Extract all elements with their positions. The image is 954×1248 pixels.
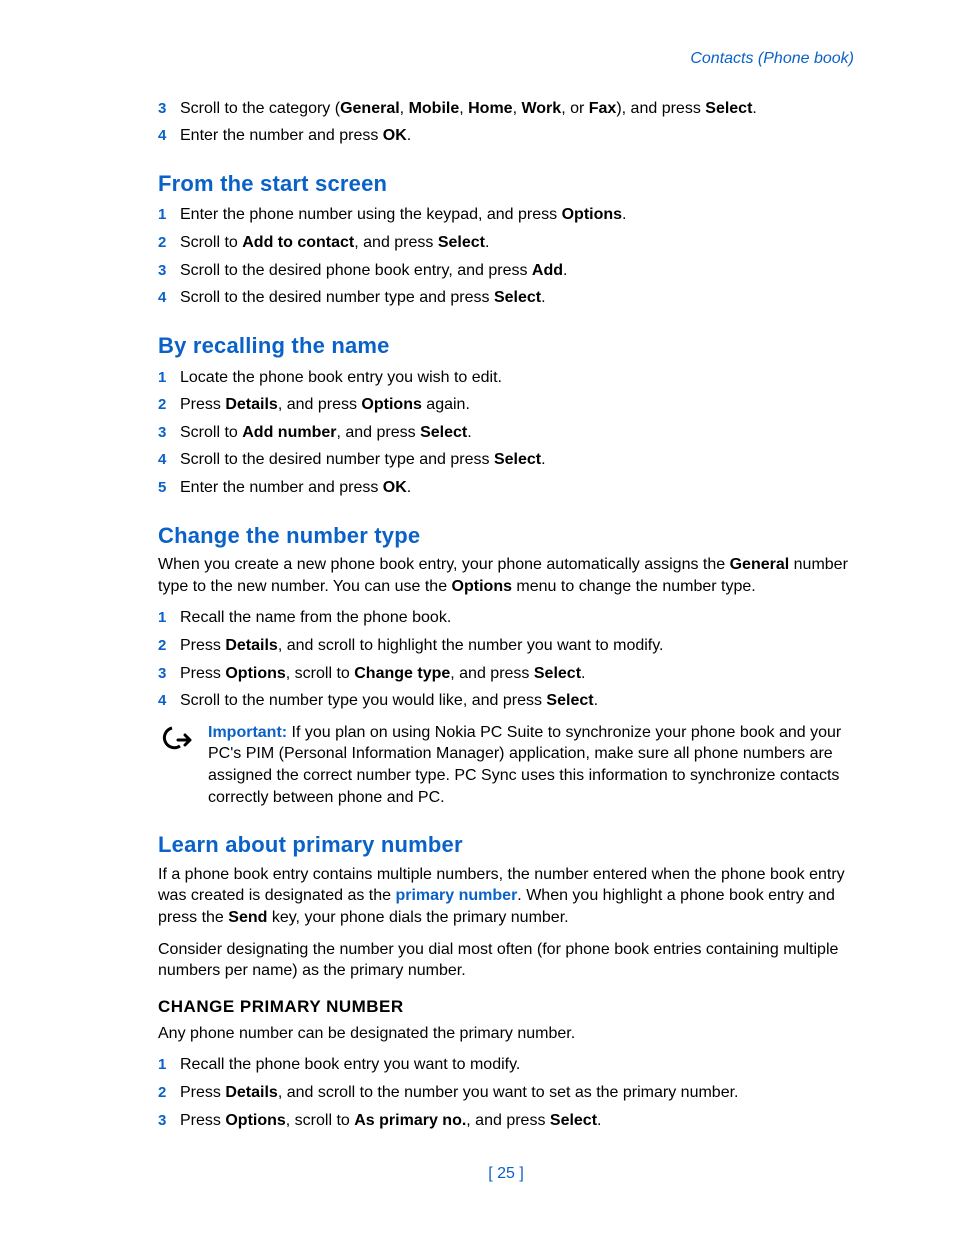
step-number: 4	[158, 288, 180, 308]
start-steps: 1Enter the phone number using the keypad…	[158, 204, 854, 308]
important-label: Important:	[208, 724, 287, 741]
change-primary-steps: 1Recall the phone book entry you want to…	[158, 1054, 854, 1131]
heading-from-start: From the start screen	[158, 169, 854, 199]
step-number: 4	[158, 691, 180, 711]
step-text: Press Options, scroll to Change type, an…	[180, 663, 854, 685]
step-number: 4	[158, 450, 180, 470]
step-text: Scroll to the category (General, Mobile,…	[180, 98, 854, 120]
list-item: 2Scroll to Add to contact, and press Sel…	[158, 232, 854, 254]
step-text: Press Details, and scroll to the number …	[180, 1082, 854, 1104]
step-text: Scroll to Add number, and press Select.	[180, 422, 854, 444]
step-text: Enter the number and press OK.	[180, 125, 854, 147]
step-text: Recall the name from the phone book.	[180, 607, 854, 629]
step-number: 2	[158, 395, 180, 415]
list-item: 3Press Options, scroll to As primary no.…	[158, 1110, 854, 1132]
step-number: 5	[158, 478, 180, 498]
step-text: Enter the phone number using the keypad,…	[180, 204, 854, 226]
list-item: 4Scroll to the number type you would lik…	[158, 690, 854, 712]
heading-change-primary: CHANGE PRIMARY NUMBER	[158, 996, 854, 1019]
list-item: 1Recall the name from the phone book.	[158, 607, 854, 629]
list-item: 1Enter the phone number using the keypad…	[158, 204, 854, 226]
change-type-intro: When you create a new phone book entry, …	[158, 554, 854, 597]
breadcrumb: Contacts (Phone book)	[158, 48, 854, 70]
change-primary-intro: Any phone number can be designated the p…	[158, 1023, 854, 1045]
step-number: 3	[158, 664, 180, 684]
page-number: [ 25 ]	[158, 1163, 854, 1185]
list-item: 3Scroll to Add number, and press Select.	[158, 422, 854, 444]
list-item: 2Press Details, and scroll to the number…	[158, 1082, 854, 1104]
list-item: 1Locate the phone book entry you wish to…	[158, 367, 854, 389]
list-item: 2Press Details, and press Options again.	[158, 394, 854, 416]
list-item: 4Enter the number and press OK.	[158, 125, 854, 147]
step-number: 1	[158, 205, 180, 225]
step-number: 3	[158, 1111, 180, 1131]
heading-change-type: Change the number type	[158, 521, 854, 551]
step-text: Press Options, scroll to As primary no.,…	[180, 1110, 854, 1132]
intro-steps: 3Scroll to the category (General, Mobile…	[158, 98, 854, 147]
step-text: Scroll to the desired number type and pr…	[180, 287, 854, 309]
step-text: Scroll to the desired number type and pr…	[180, 449, 854, 471]
recall-steps: 1Locate the phone book entry you wish to…	[158, 367, 854, 499]
list-item: 5Enter the number and press OK.	[158, 477, 854, 499]
step-number: 2	[158, 636, 180, 656]
important-note: Important: If you plan on using Nokia PC…	[158, 722, 854, 808]
step-text: Locate the phone book entry you wish to …	[180, 367, 854, 389]
step-number: 3	[158, 261, 180, 281]
step-number: 2	[158, 1083, 180, 1103]
step-number: 1	[158, 608, 180, 628]
heading-recall: By recalling the name	[158, 331, 854, 361]
list-item: 4Scroll to the desired number type and p…	[158, 287, 854, 309]
step-text: Enter the number and press OK.	[180, 477, 854, 499]
important-icon	[158, 722, 208, 761]
step-number: 1	[158, 1055, 180, 1075]
change-type-steps: 1Recall the name from the phone book.2Pr…	[158, 607, 854, 711]
primary-para1: If a phone book entry contains multiple …	[158, 864, 854, 929]
list-item: 3Scroll to the category (General, Mobile…	[158, 98, 854, 120]
heading-primary: Learn about primary number	[158, 830, 854, 860]
list-item: 3Press Options, scroll to Change type, a…	[158, 663, 854, 685]
list-item: 3Scroll to the desired phone book entry,…	[158, 260, 854, 282]
step-text: Scroll to Add to contact, and press Sele…	[180, 232, 854, 254]
step-number: 3	[158, 99, 180, 119]
list-item: 1Recall the phone book entry you want to…	[158, 1054, 854, 1076]
step-text: Recall the phone book entry you want to …	[180, 1054, 854, 1076]
step-text: Scroll to the desired phone book entry, …	[180, 260, 854, 282]
step-number: 3	[158, 423, 180, 443]
important-text: If you plan on using Nokia PC Suite to s…	[208, 724, 841, 806]
step-number: 4	[158, 126, 180, 146]
step-number: 2	[158, 233, 180, 253]
step-text: Scroll to the number type you would like…	[180, 690, 854, 712]
list-item: 2Press Details, and scroll to highlight …	[158, 635, 854, 657]
step-text: Press Details, and press Options again.	[180, 394, 854, 416]
step-text: Press Details, and scroll to highlight t…	[180, 635, 854, 657]
step-number: 1	[158, 368, 180, 388]
primary-para2: Consider designating the number you dial…	[158, 939, 854, 982]
list-item: 4Scroll to the desired number type and p…	[158, 449, 854, 471]
